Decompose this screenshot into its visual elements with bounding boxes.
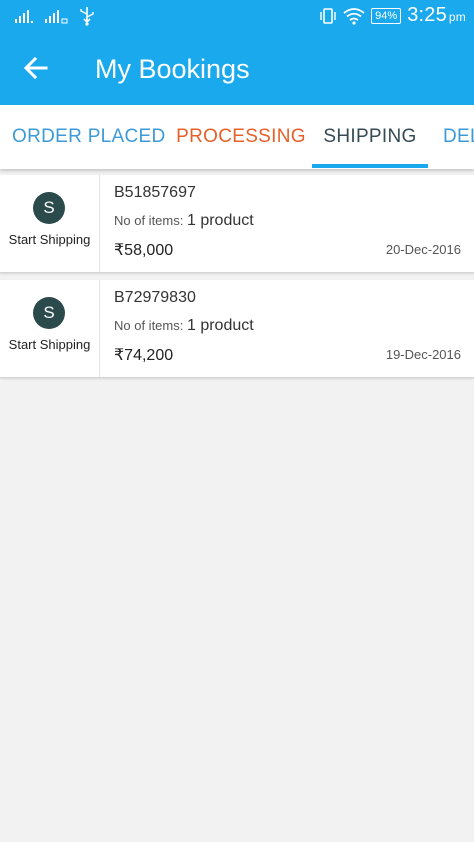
booking-list: S Start Shipping B51857697 No of items: …	[0, 175, 474, 385]
booking-tabs: ORDER PLACED PROCESSING SHIPPING DEL	[0, 105, 474, 169]
app-bar: My Bookings	[0, 32, 474, 105]
vibrate-icon	[320, 7, 336, 24]
tab-processing[interactable]: PROCESSING	[176, 105, 306, 169]
booking-status: Start Shipping	[8, 232, 91, 247]
booking-status-panel: S Start Shipping	[0, 280, 100, 377]
page-title: My Bookings	[95, 54, 250, 84]
status-avatar: S	[33, 192, 65, 224]
booking-status-panel: S Start Shipping	[0, 175, 100, 272]
status-bar-right: 94% 3:25 pm	[319, 4, 466, 27]
items-label: No of items:	[114, 213, 184, 228]
booking-id: B72979830	[114, 289, 196, 306]
status-time-value: 3:25	[407, 4, 447, 26]
status-time: 3:25 pm	[407, 4, 466, 27]
tab-indicator	[312, 164, 428, 168]
status-bar-left	[14, 6, 96, 26]
booking-amount: ₹74,200	[114, 347, 174, 364]
items-value: 1 product	[186, 212, 254, 229]
booking-amount: ₹58,000	[114, 242, 174, 259]
status-time-ampm: pm	[448, 10, 466, 24]
wifi-icon	[343, 7, 365, 25]
battery-indicator: 94%	[371, 7, 402, 24]
tab-delivered[interactable]: DEL	[443, 105, 474, 169]
signal-icon	[15, 10, 33, 23]
tab-shipping[interactable]: SHIPPING	[312, 105, 428, 169]
arrow-left-icon	[23, 56, 48, 80]
signal-2-icon	[45, 10, 68, 24]
booking-card[interactable]: S Start Shipping B51857697 No of items: …	[0, 175, 474, 273]
items-row: No of items: 1 product	[114, 317, 254, 335]
items-row: No of items: 1 product	[114, 212, 254, 230]
status-bar: 94% 3:25 pm	[0, 0, 474, 32]
items-label: No of items:	[114, 318, 184, 333]
items-value: 1 product	[186, 317, 254, 334]
back-button[interactable]	[20, 52, 52, 84]
tab-order-placed[interactable]: ORDER PLACED	[12, 105, 165, 169]
booking-date: 20-Dec-2016	[385, 242, 461, 257]
booking-id: B51857697	[114, 184, 196, 201]
booking-card[interactable]: S Start Shipping B72979830 No of items: …	[0, 280, 474, 378]
usb-icon	[80, 7, 94, 26]
booking-date: 19-Dec-2016	[385, 347, 461, 362]
booking-status: Start Shipping	[8, 337, 91, 352]
status-avatar: S	[33, 297, 65, 329]
